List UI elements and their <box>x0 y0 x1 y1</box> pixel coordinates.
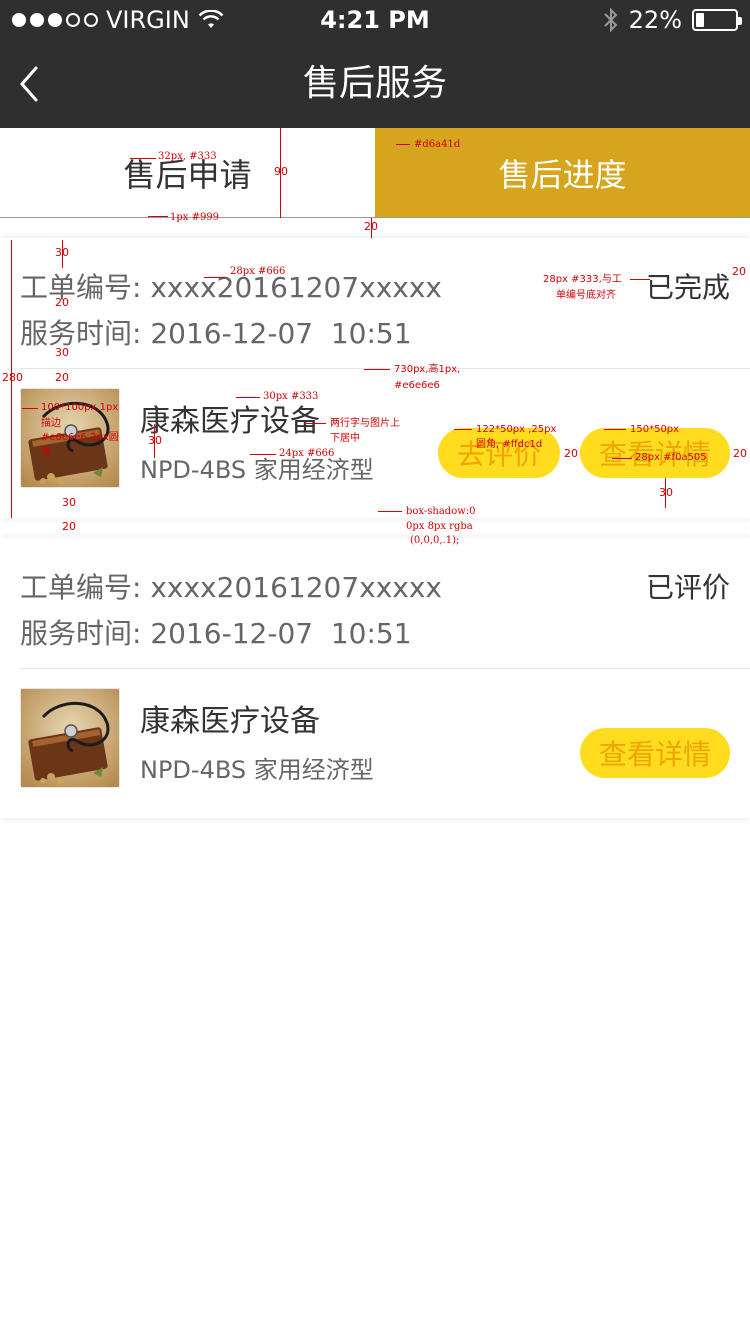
order-number: xxxx20161207xxxxx <box>150 571 442 604</box>
order-card: 工单编号: xxxx20161207xxxxx 服务时间: 2016-12-07… <box>0 538 750 818</box>
annotation: 描边 <box>41 418 61 429</box>
product-photo <box>21 689 119 787</box>
annotation: 圆角, #ffdc1d <box>476 439 543 450</box>
annotation: 730px,高1px, <box>394 364 461 375</box>
annotation: 24px #666 <box>279 448 335 459</box>
service-time: 2016-12-07 10:51 <box>150 317 412 350</box>
service-time-label: 服务时间: <box>20 617 142 650</box>
annotation: 30 <box>148 434 162 447</box>
annotation: 30 <box>55 346 69 359</box>
annotation: 角 <box>41 447 51 458</box>
annotation: 20 <box>62 520 76 533</box>
annotation: 90 <box>274 165 288 178</box>
product-name: 康森医疗设备 <box>140 704 320 739</box>
battery-percent: 22% <box>628 6 682 34</box>
annotation: box-shadow:0 <box>406 506 476 517</box>
annotation: 20 <box>732 265 746 278</box>
annotation: #d6a41d <box>414 139 461 150</box>
page-title: 售后服务 <box>302 63 447 104</box>
order-number-label: 工单编号: <box>20 271 142 304</box>
annotation: 下居中 <box>330 433 360 444</box>
annotation: 150*50px <box>630 424 680 435</box>
annotation: 0px 8px rgba <box>406 521 473 532</box>
order-number-row: 工单编号: xxxx20161207xxxxx <box>20 566 442 606</box>
annotation: 1px #999 <box>170 212 220 223</box>
annotation: 两行字与图片上 <box>330 418 400 429</box>
navigation-bar: 售后服务 <box>0 40 750 128</box>
annotation: 122*50px ,25px <box>476 424 557 435</box>
annotation: 20 <box>564 447 578 460</box>
annotation: 20 <box>733 447 747 460</box>
annotation: (0,0,0,.1); <box>410 535 460 546</box>
tab-apply[interactable]: 售后申请 <box>0 128 375 217</box>
annotation: 30px #333 <box>263 391 319 402</box>
product-image <box>20 688 120 788</box>
order-status: 已评价 <box>645 571 730 604</box>
annotation: 28px #333,与工 <box>543 274 622 285</box>
annotation: 280 <box>2 371 23 384</box>
annotation: 32px, #333 <box>158 151 217 162</box>
annotation: 单编号底对齐 <box>556 290 616 301</box>
product-model: NPD-4BS 家用经济型 <box>140 456 374 484</box>
view-details-button[interactable]: 查看详情 <box>580 728 730 778</box>
product-model: NPD-4BS 家用经济型 <box>140 756 374 784</box>
tab-bar: 售后申请 售后进度 <box>0 128 750 218</box>
divider <box>20 668 750 669</box>
battery-icon <box>692 9 742 31</box>
annotation: 20 <box>364 220 378 233</box>
annotation: 100*100px,1px <box>41 402 119 413</box>
service-time-row: 服务时间: 2016-12-07 10:51 <box>20 312 412 352</box>
status-bar: VIRGIN 4:21 PM 22% <box>0 0 750 40</box>
order-status: 已完成 <box>645 271 730 304</box>
annotation: #e6e6e6,2px圆 <box>41 432 119 443</box>
annotation: 20 <box>55 371 69 384</box>
service-time-label: 服务时间: <box>20 317 142 350</box>
service-time-row: 服务时间: 2016-12-07 10:51 <box>20 612 412 652</box>
annotation: 28px #666 <box>230 266 286 277</box>
annotation: 30 <box>659 486 673 499</box>
annotation: 30 <box>55 246 69 259</box>
annotation: 28px #f0a505 <box>635 452 707 463</box>
battery-level <box>696 13 704 27</box>
annotation: 30 <box>62 496 76 509</box>
annotation: 20 <box>55 296 69 309</box>
service-time: 2016-12-07 10:51 <box>150 617 412 650</box>
annotation: #e6e6e6 <box>394 380 440 391</box>
order-card: 工单编号: xxxx20161207xxxxx 服务时间: 2016-12-07… <box>0 238 750 518</box>
order-number-label: 工单编号: <box>20 571 142 604</box>
bluetooth-icon <box>603 7 618 33</box>
order-number: xxxx20161207xxxxx <box>150 271 442 304</box>
